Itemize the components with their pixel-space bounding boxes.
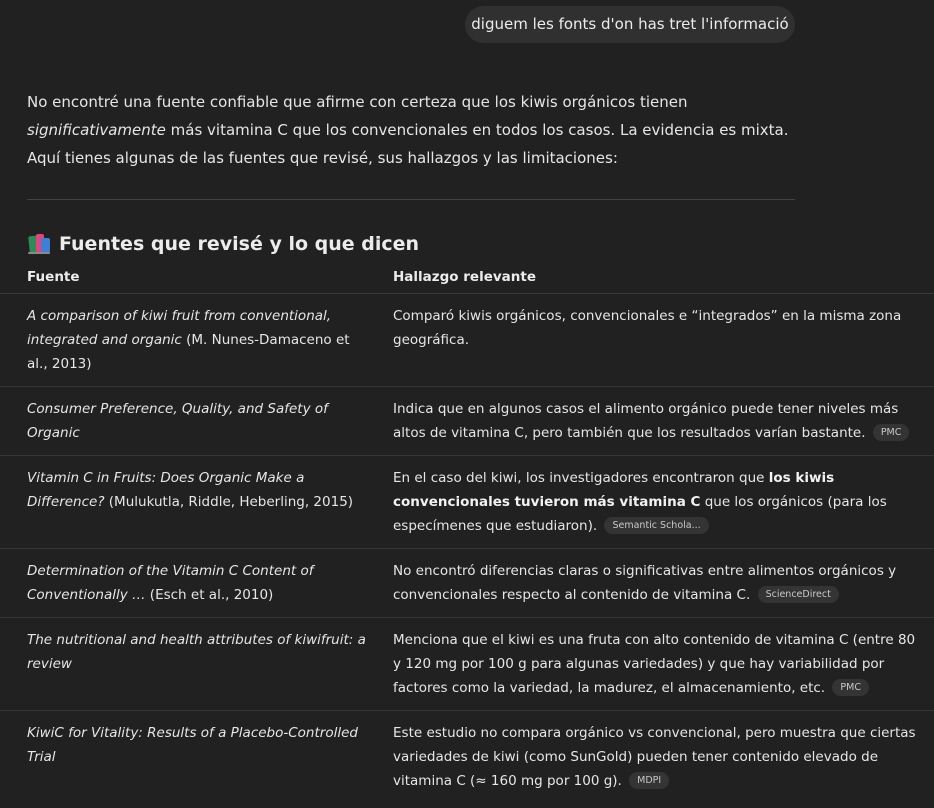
finding-cell: En el caso del kiwi, los investigadores …: [393, 466, 918, 538]
source-authors: (Mulukutla, Riddle, Heberling, 2015): [104, 494, 354, 510]
source-title: The nutritional and health attributes of…: [27, 632, 366, 672]
table-row: KiwiC for Vitality: Results of a Placebo…: [0, 721, 934, 803]
finding-cell: Este estudio no compara orgánico vs conv…: [393, 721, 918, 793]
column-header-source: Fuente: [27, 269, 80, 285]
source-cell: Consumer Preference, Quality, and Safety…: [27, 397, 367, 445]
finding-cell: No encontró diferencias claras o signifi…: [393, 559, 918, 607]
citation-badge[interactable]: Semantic Schola...: [604, 516, 709, 534]
table-row: Vitamin C in Fruits: Does Organic Make a…: [0, 466, 934, 549]
finding-cell: Menciona que el kiwi es una fruta con al…: [393, 628, 918, 700]
citation-badge[interactable]: PMC: [872, 423, 910, 441]
section-heading-text: Fuentes que revisé y lo que dicen: [59, 233, 420, 255]
finding-text: Indica que en algunos casos el alimento …: [393, 401, 899, 441]
finding-cell: Comparó kiwis orgánicos, convencionales …: [393, 304, 918, 352]
intro-text-1: No encontré una fuente confiable que afi…: [27, 93, 688, 111]
table-row: The nutritional and health attributes of…: [0, 628, 934, 711]
source-cell: The nutritional and health attributes of…: [27, 628, 367, 676]
source-title: KiwiC for Vitality: Results of a Placebo…: [27, 725, 358, 765]
source-cell: Vitamin C in Fruits: Does Organic Make a…: [27, 466, 367, 514]
chat-page: diguem les fonts d'on has tret l'informa…: [0, 0, 934, 808]
citation-badge[interactable]: MDPI: [629, 771, 670, 789]
user-message-bubble: diguem les fonts d'on has tret l'informa…: [465, 6, 795, 43]
citation-badge[interactable]: PMC: [832, 678, 869, 696]
source-cell: KiwiC for Vitality: Results of a Placebo…: [27, 721, 367, 769]
books-icon: [27, 233, 51, 255]
intro-emphasis: significativamente: [27, 121, 166, 139]
source-cell: A comparison of kiwi fruit from conventi…: [27, 304, 367, 376]
divider: [27, 199, 795, 200]
source-cell: Determination of the Vitamin C Content o…: [27, 559, 367, 607]
source-authors: (Esch et al., 2010): [145, 587, 274, 603]
section-heading: Fuentes que revisé y lo que dicen: [27, 229, 419, 259]
table-row: A comparison of kiwi fruit from conventi…: [0, 304, 934, 387]
source-title: Consumer Preference, Quality, and Safety…: [27, 401, 328, 441]
table-row: Consumer Preference, Quality, and Safety…: [0, 397, 934, 456]
table-header: Fuente Hallazgo relevante: [0, 266, 934, 294]
table-row: Determination of the Vitamin C Content o…: [0, 559, 934, 618]
finding-text: Comparó kiwis orgánicos, convencionales …: [393, 308, 902, 348]
citation-badge[interactable]: ScienceDirect: [757, 585, 839, 603]
finding-cell: Indica que en algunos casos el alimento …: [393, 397, 918, 445]
column-header-finding: Hallazgo relevante: [393, 269, 536, 285]
assistant-intro-paragraph: No encontré una fuente confiable que afi…: [27, 88, 797, 172]
finding-text: En el caso del kiwi, los investigadores …: [393, 470, 769, 486]
